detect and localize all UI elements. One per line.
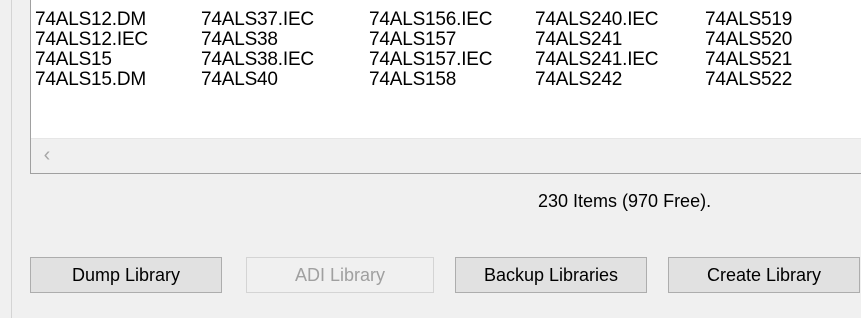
list-item[interactable]: 74ALS520 (705, 30, 825, 50)
dump-library-button[interactable]: Dump Library (30, 257, 222, 293)
list-item[interactable]: 74ALS12.IEC (35, 30, 201, 50)
list-item[interactable]: 74ALS241.IEC (535, 50, 705, 70)
list-item[interactable]: 74ALS40 (201, 70, 369, 90)
list-item[interactable]: 74ALS15.DM (35, 70, 201, 90)
list-item[interactable]: 74ALS12.DM (35, 10, 201, 30)
list-column-3: 74ALS156.IEC 74ALS157 74ALS157.IEC 74ALS… (369, 10, 535, 90)
list-item[interactable]: 74ALS522 (705, 70, 825, 90)
library-manager-window: 74ALS12.DM 74ALS12.IEC 74ALS15 74ALS15.D… (0, 0, 861, 318)
list-item[interactable]: 74ALS157.IEC (369, 50, 535, 70)
list-item[interactable]: 74ALS38.IEC (201, 50, 369, 70)
list-column-2: 74ALS37.IEC 74ALS38 74ALS38.IEC 74ALS40 (201, 10, 369, 90)
adi-library-button: ADI Library (246, 257, 434, 293)
list-item[interactable]: 74ALS242 (535, 70, 705, 90)
list-item[interactable]: 74ALS519 (705, 10, 825, 30)
list-item[interactable]: 74ALS156.IEC (369, 10, 535, 30)
horizontal-scrollbar[interactable]: ‹ (31, 138, 861, 173)
list-column-5: 74ALS519 74ALS520 74ALS521 74ALS522 (705, 10, 825, 90)
backup-libraries-button[interactable]: Backup Libraries (455, 257, 647, 293)
list-item[interactable]: 74ALS37.IEC (201, 10, 369, 30)
list-item[interactable]: 74ALS241 (535, 30, 705, 50)
list-item[interactable]: 74ALS240.IEC (535, 10, 705, 30)
library-count-status: 230 Items (970 Free). (538, 191, 712, 211)
list-item[interactable]: 74ALS157 (369, 30, 535, 50)
create-library-button[interactable]: Create Library (668, 257, 860, 293)
list-item[interactable]: 74ALS38 (201, 30, 369, 50)
list-column-1: 74ALS12.DM 74ALS12.IEC 74ALS15 74ALS15.D… (35, 10, 201, 90)
window-left-border (0, 0, 12, 318)
library-list-columns: 74ALS12.DM 74ALS12.IEC 74ALS15 74ALS15.D… (35, 10, 825, 90)
list-item[interactable]: 74ALS15 (35, 50, 201, 70)
scroll-left-arrow-icon[interactable]: ‹ (37, 145, 57, 165)
list-column-4: 74ALS240.IEC 74ALS241 74ALS241.IEC 74ALS… (535, 10, 705, 90)
list-item[interactable]: 74ALS521 (705, 50, 825, 70)
library-listbox[interactable]: 74ALS12.DM 74ALS12.IEC 74ALS15 74ALS15.D… (30, 0, 861, 174)
list-item[interactable]: 74ALS158 (369, 70, 535, 90)
